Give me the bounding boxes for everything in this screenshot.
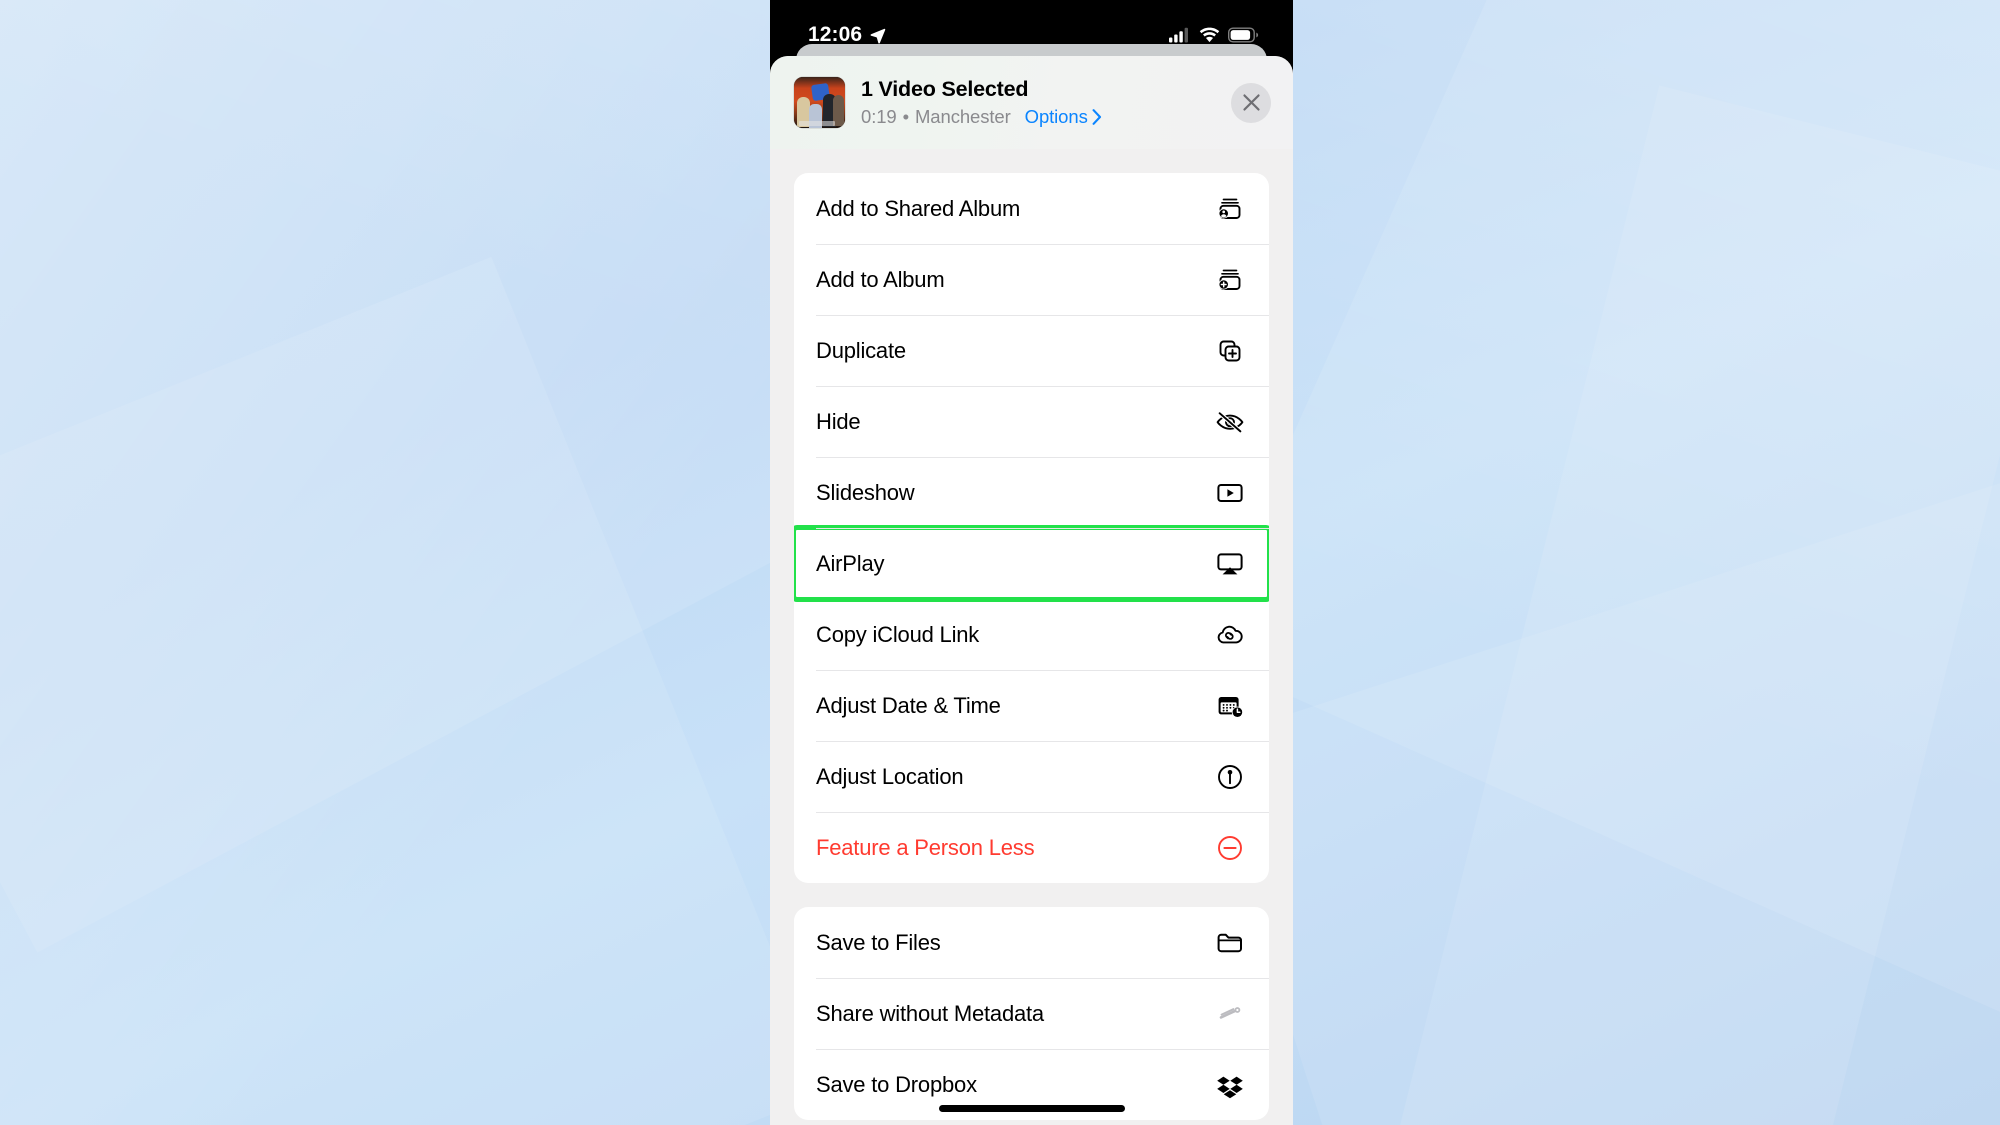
menu-item-label: Adjust Date & Time: [816, 692, 1001, 718]
menu-item-save-to-files[interactable]: Save to Files: [794, 907, 1269, 978]
phone-screen: 12:06 1 Video Selected 0:19 • Manchester…: [770, 0, 1293, 1125]
slideshow-icon: [1213, 476, 1247, 510]
share-sheet-list[interactable]: Add to Shared Album Add to Album Duplica…: [770, 173, 1293, 1120]
options-button[interactable]: Options: [1025, 106, 1102, 128]
menu-item-label: Duplicate: [816, 337, 906, 363]
menu-item-add-to-album[interactable]: Add to Album: [794, 244, 1269, 315]
status-bar-clock: 12:06: [808, 23, 863, 46]
menu-item-label: Adjust Location: [816, 763, 964, 789]
menu-item-airplay[interactable]: AirPlay: [794, 525, 1269, 602]
menu-item-label: Save to Files: [816, 929, 941, 955]
menu-item-slideshow[interactable]: Slideshow: [794, 457, 1269, 528]
airplay-icon: [1213, 547, 1247, 581]
options-label: Options: [1024, 105, 1088, 127]
chevron-right-icon: [1092, 109, 1102, 125]
selection-subtitle: 0:19 • Manchester Options: [861, 106, 1231, 128]
menu-item-copy-icloud-link[interactable]: Copy iCloud Link: [794, 599, 1269, 670]
menu-item-label: Add to Album: [816, 266, 945, 292]
status-bar: 12:06: [770, 0, 1293, 56]
menu-item-share-without-metadata[interactable]: Share without Metadata: [794, 978, 1269, 1049]
folder-icon: [1213, 926, 1247, 960]
status-bar-right: [1169, 27, 1259, 43]
status-bar-left: 12:06: [808, 23, 886, 47]
share-sheet: 1 Video Selected 0:19 • Manchester Optio…: [770, 56, 1293, 1125]
menu-item-label: Share without Metadata: [816, 1000, 1044, 1026]
duplicate-icon: [1213, 334, 1247, 368]
menu-item-feature-a-person-less[interactable]: Feature a Person Less: [794, 812, 1269, 883]
video-location: Manchester: [915, 105, 1011, 127]
menu-item-adjust-location[interactable]: Adjust Location: [794, 741, 1269, 812]
dropbox-icon: [1213, 1068, 1247, 1102]
eye-slash-icon: [1213, 405, 1247, 439]
menu-item-label: Save to Dropbox: [816, 1071, 977, 1097]
menu-item-label: Add to Shared Album: [816, 195, 1021, 221]
menu-item-label: Feature a Person Less: [816, 834, 1035, 860]
video-thumbnail[interactable]: [794, 77, 845, 128]
menu-item-add-to-shared-album[interactable]: Add to Shared Album: [794, 173, 1269, 244]
close-button[interactable]: [1231, 82, 1271, 123]
minus-circle-icon: [1213, 831, 1247, 865]
menu-item-label: Slideshow: [816, 479, 915, 505]
menu-item-label: AirPlay: [816, 550, 885, 576]
subtitle-separator: •: [902, 105, 909, 127]
menu-item-duplicate[interactable]: Duplicate: [794, 315, 1269, 386]
home-indicator: [938, 1105, 1125, 1112]
video-duration: 0:19: [861, 105, 897, 127]
metadata-icon: [1213, 997, 1247, 1031]
location-pin-icon: [1213, 760, 1247, 794]
icloud-link-icon: [1213, 618, 1247, 652]
share-sheet-header: 1 Video Selected 0:19 • Manchester Optio…: [770, 56, 1293, 149]
wifi-icon: [1199, 27, 1220, 43]
share-sheet-header-text: 1 Video Selected 0:19 • Manchester Optio…: [861, 77, 1231, 128]
menu-item-label: Copy iCloud Link: [816, 621, 980, 647]
action-group-destinations: Save to Files Share without Metadata Sav…: [794, 907, 1269, 1120]
cellular-signal-icon: [1169, 27, 1191, 43]
menu-item-label: Hide: [816, 408, 861, 434]
shared-album-icon: [1213, 192, 1247, 226]
selection-title: 1 Video Selected: [861, 77, 1029, 102]
calendar-clock-icon: [1213, 689, 1247, 723]
close-icon: [1242, 93, 1261, 112]
add-album-icon: [1213, 263, 1247, 297]
menu-item-hide[interactable]: Hide: [794, 386, 1269, 457]
location-arrow-icon: [869, 27, 886, 44]
menu-item-adjust-date-time[interactable]: Adjust Date & Time: [794, 670, 1269, 741]
battery-icon: [1228, 27, 1259, 43]
action-group-actions: Add to Shared Album Add to Album Duplica…: [794, 173, 1269, 883]
